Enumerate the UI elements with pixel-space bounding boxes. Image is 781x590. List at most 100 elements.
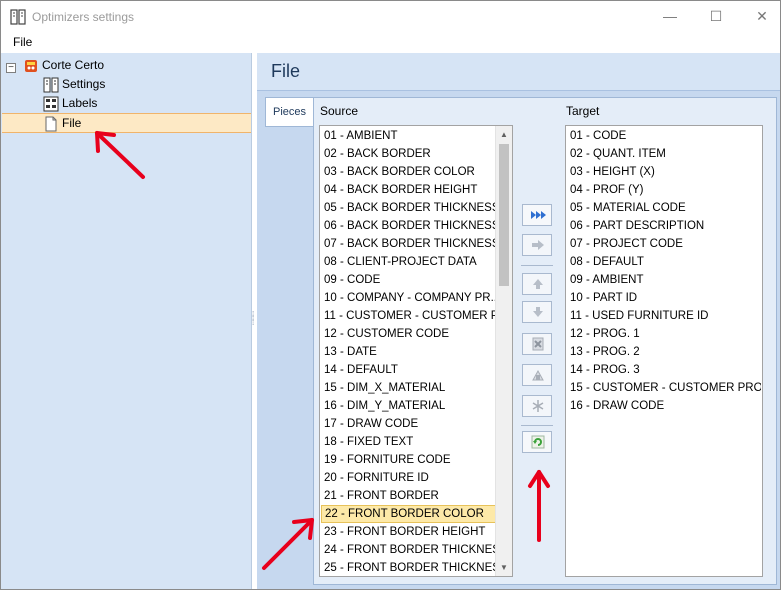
scroll-down-icon[interactable]: ▼ bbox=[496, 559, 512, 576]
transfer-buttons bbox=[521, 204, 555, 542]
target-list-item[interactable]: 03 - HEIGHT (X) bbox=[567, 163, 761, 181]
source-list-item[interactable]: 07 - BACK BORDER THICKNESS-... bbox=[321, 235, 496, 253]
tree-item-file[interactable]: File bbox=[1, 114, 251, 133]
splitter-grip[interactable]: ⁞ ⁞ ⁞ bbox=[252, 311, 256, 331]
source-list-item[interactable]: 13 - DATE bbox=[321, 343, 496, 361]
source-list-item[interactable]: 18 - FIXED TEXT bbox=[321, 433, 496, 451]
edit-button[interactable] bbox=[522, 364, 552, 386]
close-button[interactable]: ✕ bbox=[739, 1, 781, 32]
menu-bar: File bbox=[1, 32, 780, 52]
source-list[interactable]: 01 - AMBIENT 02 - BACK BORDER 03 - BACK BO… bbox=[319, 125, 513, 577]
source-list-item[interactable]: 05 - BACK BORDER THICKNESS bbox=[321, 199, 496, 217]
content-panel: File Pieces Source Target 01 - AMBIENT 02… bbox=[257, 53, 780, 589]
target-list-item[interactable]: 04 - PROF (Y) bbox=[567, 181, 761, 199]
tab-pieces[interactable]: Pieces bbox=[265, 97, 314, 127]
window-title: Optimizers settings bbox=[32, 10, 135, 24]
source-list-item[interactable]: 11 - CUSTOMER - CUSTOMER P... bbox=[321, 307, 496, 325]
target-list-item[interactable]: 16 - DRAW CODE bbox=[567, 397, 761, 415]
source-list-item[interactable]: 20 - FORNITURE ID bbox=[321, 469, 496, 487]
target-list-item[interactable]: 07 - PROJECT CODE bbox=[567, 235, 761, 253]
source-list-item[interactable]: 19 - FORNITURE CODE bbox=[321, 451, 496, 469]
button-separator bbox=[521, 425, 553, 426]
settings-icon bbox=[43, 77, 59, 93]
app-logo-icon bbox=[25, 60, 37, 72]
arrow-up-icon bbox=[533, 279, 543, 289]
source-list-item[interactable]: 23 - FRONT BORDER HEIGHT bbox=[321, 523, 496, 541]
file-icon bbox=[45, 116, 57, 132]
refresh-button[interactable] bbox=[522, 431, 552, 453]
tree-item-label: Corte Certo bbox=[42, 58, 105, 72]
target-list-item[interactable]: 10 - PART ID bbox=[567, 289, 761, 307]
scroll-up-icon[interactable]: ▲ bbox=[496, 126, 512, 143]
arrow-down-icon bbox=[533, 307, 543, 317]
tree-item-labels[interactable]: Labels bbox=[1, 94, 251, 113]
target-list-item[interactable]: 11 - USED FURNITURE ID bbox=[567, 307, 761, 325]
collapse-toggle[interactable]: − bbox=[6, 63, 16, 73]
source-list-item[interactable]: 08 - CLIENT-PROJECT DATA bbox=[321, 253, 496, 271]
target-list-item[interactable]: 15 - CUSTOMER - CUSTOMER PROFI... bbox=[567, 379, 761, 397]
source-list-item[interactable]: 01 - AMBIENT bbox=[321, 127, 496, 145]
labels-icon bbox=[43, 96, 59, 112]
source-label: Source bbox=[320, 104, 359, 118]
target-list[interactable]: 01 - CODE 02 - QUANT. ITEM 03 - HEIGHT (X)… bbox=[565, 125, 763, 577]
target-list-item[interactable]: 09 - AMBIENT bbox=[567, 271, 761, 289]
source-list-item[interactable]: 09 - CODE bbox=[321, 271, 496, 289]
page-title: File bbox=[271, 61, 301, 81]
tab-label: Pieces bbox=[273, 106, 307, 118]
tree-item-label: File bbox=[62, 116, 82, 130]
target-list-item[interactable]: 02 - QUANT. ITEM bbox=[567, 145, 761, 163]
arrow-right-icon bbox=[532, 240, 544, 250]
maximize-button[interactable]: ☐ bbox=[693, 1, 739, 32]
target-list-item[interactable]: 08 - DEFAULT bbox=[567, 253, 761, 271]
source-list-item[interactable]: 04 - BACK BORDER HEIGHT bbox=[321, 181, 496, 199]
source-list-item[interactable]: 02 - BACK BORDER bbox=[321, 145, 496, 163]
move-down-button[interactable] bbox=[522, 301, 552, 323]
split-icon bbox=[532, 400, 544, 412]
tree-item-settings[interactable]: Settings bbox=[1, 75, 251, 94]
remove-icon bbox=[532, 337, 544, 351]
target-list-item[interactable]: 06 - PART DESCRIPTION bbox=[567, 217, 761, 235]
app-icon bbox=[10, 9, 26, 25]
source-list-item[interactable]: 25 - FRONT BORDER THICKNES... bbox=[321, 559, 496, 576]
edit-icon bbox=[532, 369, 544, 381]
menu-file[interactable]: File bbox=[13, 35, 32, 49]
source-list-item[interactable]: 14 - DEFAULT bbox=[321, 361, 496, 379]
source-scrollbar[interactable]: ▲ ▼ bbox=[495, 126, 512, 576]
source-list-item[interactable]: 22 - FRONT BORDER COLOR bbox=[321, 505, 496, 523]
button-separator bbox=[521, 265, 553, 266]
source-list-item[interactable]: 21 - FRONT BORDER bbox=[321, 487, 496, 505]
target-list-item[interactable]: 12 - PROG. 1 bbox=[567, 325, 761, 343]
tree-item-label: Settings bbox=[62, 77, 106, 91]
double-arrow-right-icon bbox=[531, 211, 546, 219]
settings-tree: − Corte Certo Settings Labels File bbox=[1, 53, 252, 589]
refresh-icon bbox=[531, 435, 545, 449]
target-list-item[interactable]: 05 - MATERIAL CODE bbox=[567, 199, 761, 217]
scroll-thumb[interactable] bbox=[499, 144, 509, 286]
add-all-button[interactable] bbox=[522, 204, 552, 226]
source-list-item[interactable]: 16 - DIM_Y_MATERIAL bbox=[321, 397, 496, 415]
tree-item-corte-certo[interactable]: − Corte Certo bbox=[1, 56, 251, 75]
annotation-arrow bbox=[528, 470, 550, 542]
add-button[interactable] bbox=[522, 234, 552, 256]
move-up-button[interactable] bbox=[522, 273, 552, 295]
optimizers-settings-window: Optimizers settings — ☐ ✕ File − Corte C… bbox=[0, 0, 781, 590]
source-list-item[interactable]: 24 - FRONT BORDER THICKNESS bbox=[321, 541, 496, 559]
tree-item-label: Labels bbox=[62, 96, 98, 110]
title-bar: Optimizers settings — ☐ ✕ bbox=[1, 1, 780, 32]
pieces-tab-body: Source Target 01 - AMBIENT 02 - BACK BORD… bbox=[262, 97, 777, 585]
annotation-arrow bbox=[262, 518, 314, 570]
source-list-item[interactable]: 17 - DRAW CODE bbox=[321, 415, 496, 433]
target-list-item[interactable]: 13 - PROG. 2 bbox=[567, 343, 761, 361]
source-list-item[interactable]: 12 - CUSTOMER CODE bbox=[321, 325, 496, 343]
source-list-item[interactable]: 03 - BACK BORDER COLOR bbox=[321, 163, 496, 181]
remove-button[interactable] bbox=[522, 333, 552, 355]
source-list-item[interactable]: 10 - COMPANY - COMPANY PR... bbox=[321, 289, 496, 307]
page-header: File bbox=[257, 53, 780, 91]
target-label: Target bbox=[566, 104, 600, 118]
minimize-button[interactable]: — bbox=[647, 1, 693, 32]
source-list-item[interactable]: 15 - DIM_X_MATERIAL bbox=[321, 379, 496, 397]
source-list-item[interactable]: 06 - BACK BORDER THICKNESS-... bbox=[321, 217, 496, 235]
split-button[interactable] bbox=[522, 395, 552, 417]
target-list-item[interactable]: 01 - CODE bbox=[567, 127, 761, 145]
target-list-item[interactable]: 14 - PROG. 3 bbox=[567, 361, 761, 379]
